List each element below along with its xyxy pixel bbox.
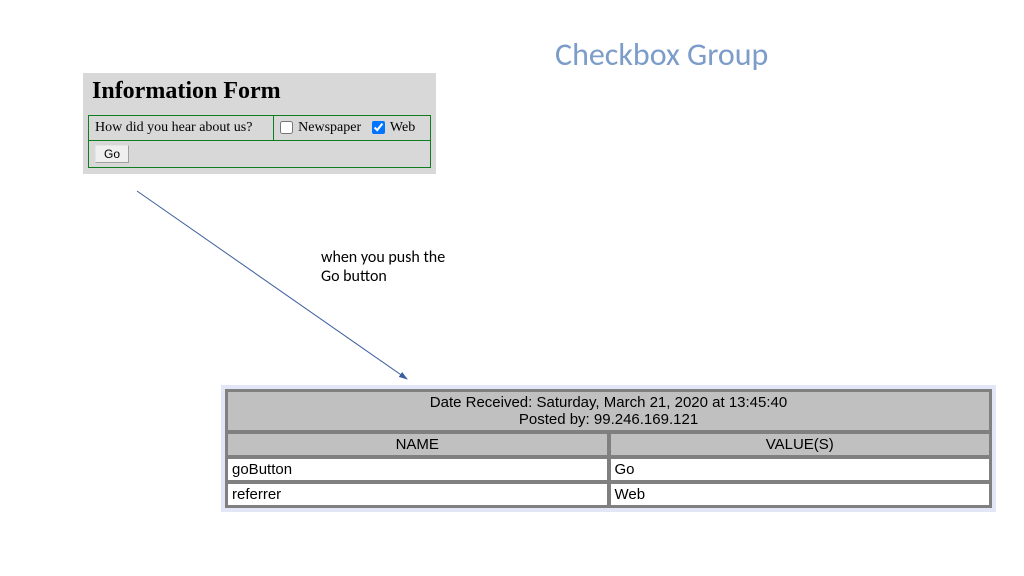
checkbox-web[interactable] xyxy=(372,121,385,134)
result-table: Date Received: Saturday, March 21, 2020 … xyxy=(225,389,992,508)
table-row: referrer Web xyxy=(227,483,990,506)
posted-by: Posted by: 99.246.169.121 xyxy=(232,411,985,428)
form-options-cell: Newspaper Web xyxy=(273,116,430,141)
col-header-value: VALUE(S) xyxy=(610,433,991,456)
result-panel: Date Received: Saturday, March 21, 2020 … xyxy=(221,385,996,512)
table-row: goButton Go xyxy=(227,458,990,481)
form-heading: Information Form xyxy=(92,78,431,105)
form-question-cell: How did you hear about us? xyxy=(89,116,274,141)
table-row: How did you hear about us? Newspaper Web xyxy=(89,116,431,141)
result-meta-cell: Date Received: Saturday, March 21, 2020 … xyxy=(227,391,990,431)
cell-value: Go xyxy=(610,458,991,481)
table-row: Date Received: Saturday, March 21, 2020 … xyxy=(227,391,990,431)
form-table: How did you hear about us? Newspaper Web… xyxy=(88,115,431,168)
slide-title: Checkbox Group xyxy=(555,35,768,74)
table-row: Go xyxy=(89,141,431,168)
form-question: How did you hear about us? xyxy=(95,120,252,135)
cell-name: referrer xyxy=(227,483,608,506)
cell-value: Web xyxy=(610,483,991,506)
checkbox-label: Web xyxy=(390,120,415,135)
cell-name: goButton xyxy=(227,458,608,481)
checkbox-newspaper[interactable] xyxy=(280,121,293,134)
checkbox-label: Newspaper xyxy=(298,120,361,135)
information-form-panel: Information Form How did you hear about … xyxy=(83,73,436,174)
form-submit-cell: Go xyxy=(89,141,431,168)
go-button[interactable]: Go xyxy=(95,145,129,163)
date-received: Date Received: Saturday, March 21, 2020 … xyxy=(232,394,985,411)
annotation-text: when you push the Go button xyxy=(321,248,451,286)
col-header-name: NAME xyxy=(227,433,608,456)
table-row: NAME VALUE(S) xyxy=(227,433,990,456)
